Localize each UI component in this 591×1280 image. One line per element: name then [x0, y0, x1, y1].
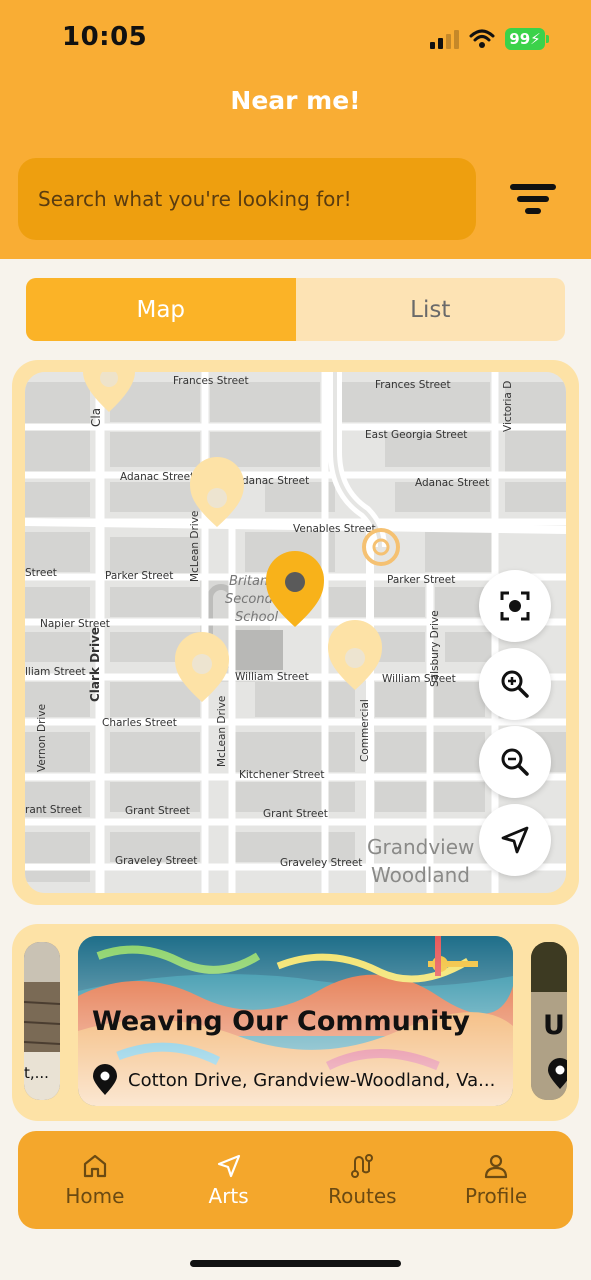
- art-card-location-text: Cotton Drive, Grandview-Woodland, Va...: [128, 1069, 496, 1091]
- map-label-clark: Clark Drive: [88, 627, 102, 702]
- nav-profile[interactable]: Profile: [441, 1152, 551, 1208]
- zoom-in-icon: [501, 670, 529, 698]
- nav-routes[interactable]: Routes: [307, 1152, 417, 1208]
- zoom-out-button[interactable]: [479, 726, 551, 798]
- zoom-in-button[interactable]: [479, 648, 551, 720]
- nav-arts-label: Arts: [208, 1184, 249, 1208]
- map-label-vernon: Vernon Drive: [36, 704, 48, 772]
- filter-button[interactable]: [505, 174, 561, 224]
- art-card-featured[interactable]: Weaving Our Community Cotton Drive, Gran…: [78, 936, 513, 1106]
- map-label-woodland: Woodland: [371, 863, 470, 887]
- map-label-grandview: Grandview: [367, 835, 474, 859]
- map-label-adanac-2: Adanac Street: [235, 475, 309, 487]
- map-label-frances-2: Frances Street: [375, 379, 451, 391]
- wifi-icon: [469, 29, 495, 48]
- view-toggle: Map List: [26, 278, 565, 341]
- search-placeholder: Search what you're looking for!: [38, 187, 352, 211]
- map-label-mclean-2: McLean Drive: [216, 696, 228, 767]
- navigate-button[interactable]: [479, 804, 551, 876]
- art-card-next[interactable]: Ur: [531, 942, 567, 1100]
- map-label-graveley-2: Graveley Street: [280, 857, 362, 869]
- map-label-second: Second: [225, 592, 274, 607]
- map-label-adanac-1: Adanac Street: [120, 471, 194, 483]
- route-icon: [351, 1154, 374, 1178]
- home-indicator[interactable]: [190, 1260, 401, 1267]
- map-label-william-3: William Street: [382, 673, 456, 685]
- battery-icon: 99 ⚡: [505, 28, 549, 50]
- art-card-title: Weaving Our Community: [92, 1006, 470, 1037]
- art-card-previous-text: t,...: [24, 1064, 49, 1082]
- map-label-venables: Venables Street: [293, 523, 376, 535]
- nav-profile-label: Profile: [465, 1184, 528, 1208]
- map-label-frances-1: Frances Street: [173, 375, 249, 387]
- map-label-parker-1: Parker Street: [105, 570, 173, 582]
- map-label-east-georgia: East Georgia Street: [365, 429, 467, 441]
- street-map: Frances Street Frances Street East Georg…: [25, 372, 566, 893]
- status-time: 10:05: [62, 22, 148, 52]
- search-input[interactable]: Search what you're looking for!: [18, 158, 476, 240]
- tab-list[interactable]: List: [296, 278, 566, 341]
- map-card: Frances Street Frances Street East Georg…: [12, 360, 579, 905]
- tab-map[interactable]: Map: [26, 278, 296, 341]
- map-label-adanac-3: Adanac Street: [415, 477, 489, 489]
- page-title: Near me!: [230, 86, 361, 115]
- bottom-nav: Home Arts Routes Profile: [18, 1131, 573, 1229]
- map-label-mclean-1: McLean Drive: [189, 511, 201, 582]
- focus-location-button[interactable]: [479, 570, 551, 642]
- filter-icon: [510, 184, 556, 190]
- person-icon: [485, 1154, 508, 1179]
- nav-home-label: Home: [65, 1184, 125, 1208]
- map-label-william-2: William Street: [235, 671, 309, 683]
- map-label-grant-1: rant Street: [25, 804, 82, 816]
- map-label-commercial: Commercial: [359, 699, 371, 762]
- battery-level: 99: [509, 30, 531, 48]
- map-label-grant-2: Grant Street: [125, 805, 190, 817]
- map-label-school: School: [235, 610, 279, 625]
- signal-icon: [430, 29, 459, 49]
- map-label-salsbury: Salsbury Drive: [429, 610, 441, 687]
- map-label-william-1: lliam Street: [25, 666, 86, 678]
- map-label-kitchener: Kitchener Street: [239, 769, 324, 781]
- nav-routes-label: Routes: [328, 1184, 397, 1208]
- nav-home[interactable]: Home: [40, 1152, 150, 1208]
- map-label-charles: Charles Street: [102, 717, 177, 729]
- nav-arts[interactable]: Arts: [174, 1152, 284, 1208]
- map-view[interactable]: Frances Street Frances Street East Georg…: [25, 372, 566, 893]
- art-card-location: Cotton Drive, Grandview-Woodland, Va...: [92, 1064, 495, 1096]
- location-pin-icon: [548, 1058, 567, 1089]
- status-icons: 99 ⚡: [430, 26, 549, 52]
- art-carousel: t,... Weaving Our Community Cotton Drive…: [12, 924, 579, 1121]
- focus-icon: [500, 591, 530, 621]
- home-icon: [83, 1154, 106, 1178]
- map-label-cla: Cla: [89, 408, 103, 427]
- map-label-street: Street: [25, 567, 57, 579]
- header: 10:05 99 ⚡ Near me! Search what you're lo…: [0, 0, 591, 259]
- navigation-arrow-icon: [501, 826, 529, 854]
- art-card-previous[interactable]: t,...: [24, 942, 60, 1100]
- navigation-arrow-icon: [217, 1154, 240, 1178]
- map-label-parker-2: Parker Street: [387, 574, 455, 586]
- art-card-next-title: Ur: [543, 1010, 567, 1041]
- map-label-britan: Britan: [229, 574, 268, 589]
- map-label-victoria: Victoria D: [502, 381, 514, 432]
- map-label-grant-3: Grant Street: [263, 808, 328, 820]
- location-pin-icon: [93, 1064, 117, 1095]
- zoom-out-icon: [501, 748, 529, 776]
- map-label-graveley-1: Graveley Street: [115, 855, 197, 867]
